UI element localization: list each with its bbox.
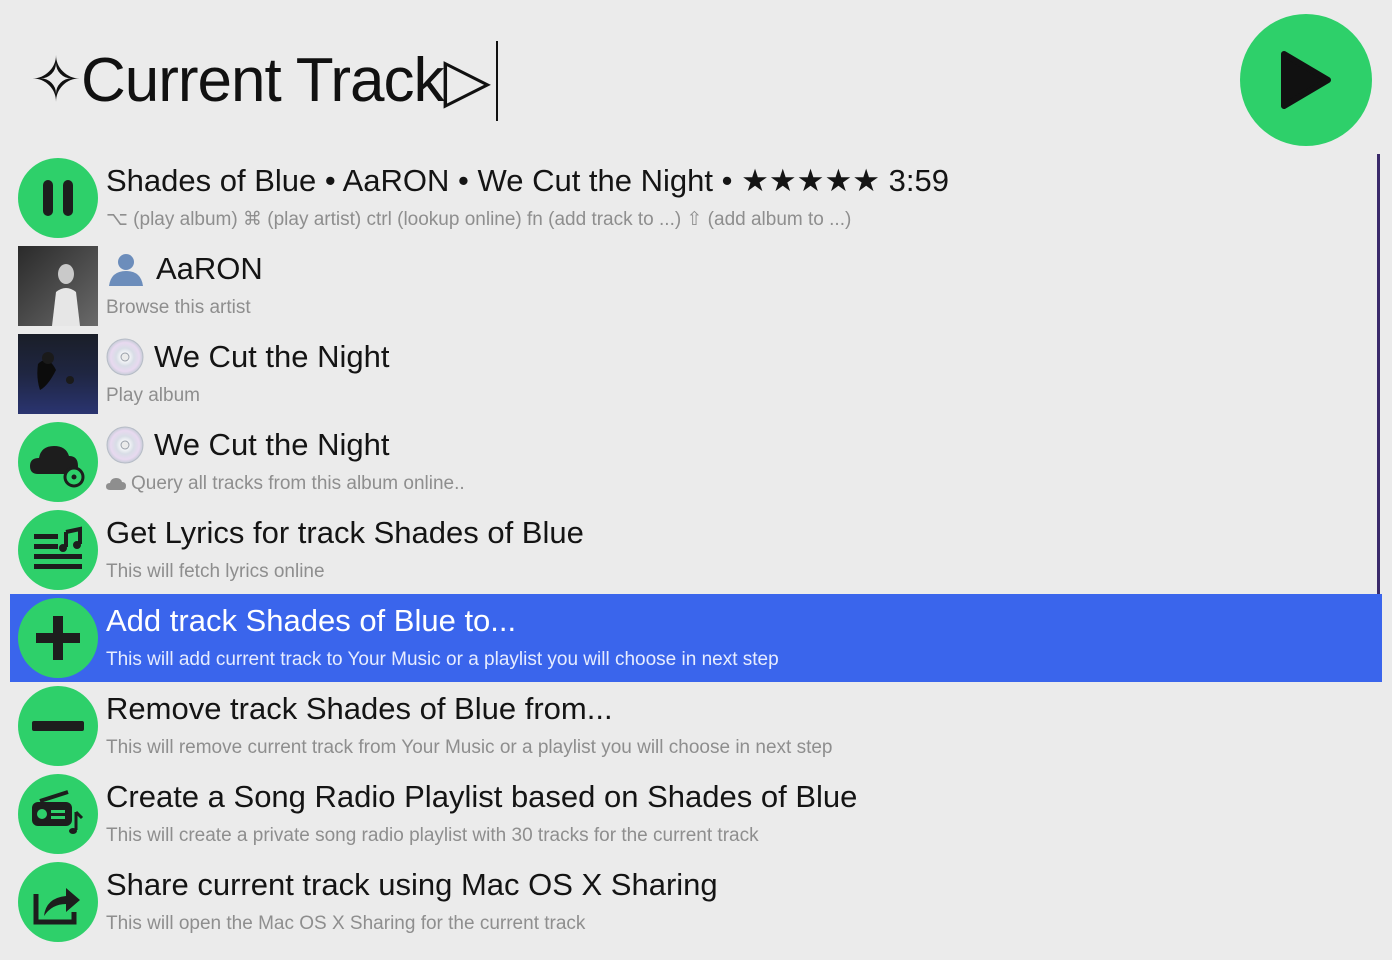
result-row-remove-track[interactable]: Remove track Shades of Blue from... This… (10, 682, 1382, 770)
result-row-current-track[interactable]: Shades of Blue • AaRON • We Cut the Nigh… (10, 154, 1382, 242)
result-subtitle: Query all tracks from this album online.… (131, 473, 465, 494)
result-row-query-album-online[interactable]: We Cut the Night Query all tracks from t… (10, 418, 1382, 506)
result-row-add-track[interactable]: Add track Shades of Blue to... This will… (10, 594, 1382, 682)
album-thumbnail (18, 334, 98, 414)
minus-icon (18, 686, 98, 766)
result-row-share[interactable]: Share current track using Mac OS X Shari… (10, 858, 1382, 946)
search-input[interactable]: ✧Current Track▷ (30, 50, 491, 112)
result-title: AaRON (156, 251, 263, 286)
radio-icon (18, 774, 98, 854)
play-button[interactable] (1240, 14, 1372, 146)
result-row-album[interactable]: We Cut the Night Play album (10, 330, 1382, 418)
result-row-get-lyrics[interactable]: Get Lyrics for track Shades of Blue This… (10, 506, 1382, 594)
result-subtitle: This will fetch lyrics online (106, 561, 325, 582)
pause-icon (18, 158, 98, 238)
share-icon (18, 862, 98, 942)
result-subtitle: This will create a private song radio pl… (106, 825, 759, 846)
result-subtitle: Browse this artist (106, 297, 251, 318)
result-title: Share current track using Mac OS X Shari… (106, 867, 718, 902)
result-row-artist[interactable]: AaRON Browse this artist (10, 242, 1382, 330)
search-bar[interactable]: ✧Current Track▷ (30, 40, 1180, 122)
result-title: Remove track Shades of Blue from... (106, 691, 613, 726)
result-subtitle: This will add current track to Your Musi… (106, 649, 779, 670)
cd-icon (106, 338, 144, 376)
result-title: We Cut the Night (154, 427, 390, 462)
lyrics-icon (18, 510, 98, 590)
play-icon (1281, 51, 1331, 109)
result-title: Add track Shades of Blue to... (106, 603, 517, 638)
artist-thumbnail (18, 246, 98, 326)
cloud-icon (106, 477, 126, 491)
result-subtitle: Play album (106, 385, 200, 406)
cd-icon (106, 426, 144, 464)
cloud-icon (18, 422, 98, 502)
result-row-song-radio[interactable]: Create a Song Radio Playlist based on Sh… (10, 770, 1382, 858)
plus-icon (18, 598, 98, 678)
result-title: Get Lyrics for track Shades of Blue (106, 515, 584, 550)
result-title: Shades of Blue • AaRON • We Cut the Nigh… (106, 163, 949, 198)
result-title: We Cut the Night (154, 339, 390, 374)
text-caret (496, 41, 499, 121)
result-title: Create a Song Radio Playlist based on Sh… (106, 779, 858, 814)
results-list: Shades of Blue • AaRON • We Cut the Nigh… (10, 154, 1382, 946)
person-icon (106, 251, 146, 287)
result-subtitle: This will remove current track from Your… (106, 737, 833, 758)
result-subtitle: ⌥ (play album) ⌘ (play artist) ctrl (loo… (106, 209, 852, 230)
result-subtitle: This will open the Mac OS X Sharing for … (106, 913, 586, 934)
